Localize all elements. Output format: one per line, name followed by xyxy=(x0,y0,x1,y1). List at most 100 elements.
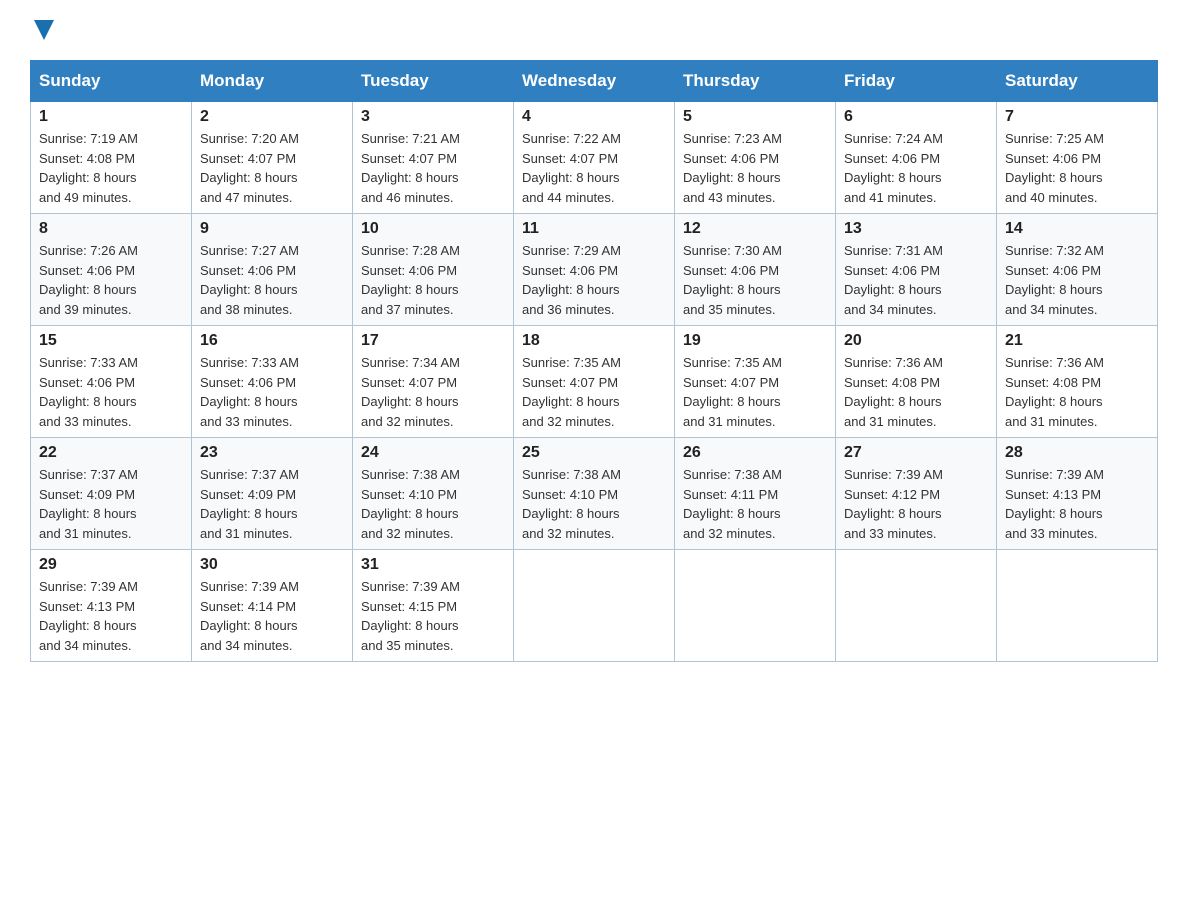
calendar-cell: 19 Sunrise: 7:35 AMSunset: 4:07 PMDayligh… xyxy=(675,326,836,438)
day-number: 27 xyxy=(844,444,988,462)
day-info: Sunrise: 7:31 AMSunset: 4:06 PMDaylight:… xyxy=(844,241,988,319)
calendar-cell: 2Sunrise: 7:20 AMSunset: 4:07 PMDaylight… xyxy=(192,102,353,214)
day-number: 9 xyxy=(200,220,344,238)
calendar-cell: 23 Sunrise: 7:37 AMSunset: 4:09 PMDayligh… xyxy=(192,438,353,550)
day-number: 30 xyxy=(200,556,344,574)
day-info: Sunrise: 7:39 AMSunset: 4:14 PMDaylight:… xyxy=(200,577,344,655)
day-info: Sunrise: 7:36 AMSunset: 4:08 PMDaylight:… xyxy=(844,353,988,431)
day-info: Sunrise: 7:37 AMSunset: 4:09 PMDaylight:… xyxy=(200,465,344,543)
calendar-cell: 12 Sunrise: 7:30 AMSunset: 4:06 PMDayligh… xyxy=(675,214,836,326)
calendar-cell: 24Sunrise: 7:38 AMSunset: 4:10 PMDayligh… xyxy=(353,438,514,550)
calendar-cell: 17 Sunrise: 7:34 AMSunset: 4:07 PMDayligh… xyxy=(353,326,514,438)
calendar-cell xyxy=(997,550,1158,662)
day-number: 4 xyxy=(522,108,666,126)
col-header-saturday: Saturday xyxy=(997,61,1158,102)
calendar-cell: 18 Sunrise: 7:35 AMSunset: 4:07 PMDayligh… xyxy=(514,326,675,438)
calendar-cell: 7 Sunrise: 7:25 AMSunset: 4:06 PMDaylight… xyxy=(997,102,1158,214)
day-info: Sunrise: 7:25 AMSunset: 4:06 PMDaylight:… xyxy=(1005,129,1149,207)
calendar-cell: 21 Sunrise: 7:36 AMSunset: 4:08 PMDayligh… xyxy=(997,326,1158,438)
calendar-cell: 22 Sunrise: 7:37 AMSunset: 4:09 PMDayligh… xyxy=(31,438,192,550)
week-row-1: 1 Sunrise: 7:19 AMSunset: 4:08 PMDaylight… xyxy=(31,102,1158,214)
day-info: Sunrise: 7:21 AMSunset: 4:07 PMDaylight:… xyxy=(361,129,505,207)
day-number: 20 xyxy=(844,332,988,350)
day-info: Sunrise: 7:19 AMSunset: 4:08 PMDaylight:… xyxy=(39,129,183,207)
day-number: 23 xyxy=(200,444,344,462)
col-header-friday: Friday xyxy=(836,61,997,102)
calendar-cell xyxy=(836,550,997,662)
day-number: 29 xyxy=(39,556,183,574)
day-number: 11 xyxy=(522,220,666,238)
day-number: 18 xyxy=(522,332,666,350)
col-header-sunday: Sunday xyxy=(31,61,192,102)
day-info: Sunrise: 7:29 AMSunset: 4:06 PMDaylight:… xyxy=(522,241,666,319)
week-row-4: 22 Sunrise: 7:37 AMSunset: 4:09 PMDayligh… xyxy=(31,438,1158,550)
calendar-cell xyxy=(675,550,836,662)
day-info: Sunrise: 7:35 AMSunset: 4:07 PMDaylight:… xyxy=(522,353,666,431)
day-info: Sunrise: 7:34 AMSunset: 4:07 PMDaylight:… xyxy=(361,353,505,431)
day-info: Sunrise: 7:23 AMSunset: 4:06 PMDaylight:… xyxy=(683,129,827,207)
day-info: Sunrise: 7:39 AMSunset: 4:13 PMDaylight:… xyxy=(39,577,183,655)
calendar-cell: 9Sunrise: 7:27 AMSunset: 4:06 PMDaylight… xyxy=(192,214,353,326)
calendar-cell: 25Sunrise: 7:38 AMSunset: 4:10 PMDayligh… xyxy=(514,438,675,550)
calendar-cell: 27 Sunrise: 7:39 AMSunset: 4:12 PMDayligh… xyxy=(836,438,997,550)
calendar-cell: 14 Sunrise: 7:32 AMSunset: 4:06 PMDayligh… xyxy=(997,214,1158,326)
day-number: 16 xyxy=(200,332,344,350)
day-number: 6 xyxy=(844,108,988,126)
day-number: 21 xyxy=(1005,332,1149,350)
week-row-3: 15 Sunrise: 7:33 AMSunset: 4:06 PMDayligh… xyxy=(31,326,1158,438)
day-number: 8 xyxy=(39,220,183,238)
day-info: Sunrise: 7:38 AMSunset: 4:10 PMDaylight:… xyxy=(522,465,666,543)
calendar-cell: 16Sunrise: 7:33 AMSunset: 4:06 PMDayligh… xyxy=(192,326,353,438)
calendar-cell xyxy=(514,550,675,662)
day-number: 1 xyxy=(39,108,183,126)
day-number: 31 xyxy=(361,556,505,574)
calendar-cell: 20 Sunrise: 7:36 AMSunset: 4:08 PMDayligh… xyxy=(836,326,997,438)
day-info: Sunrise: 7:28 AMSunset: 4:06 PMDaylight:… xyxy=(361,241,505,319)
calendar-table: SundayMondayTuesdayWednesdayThursdayFrid… xyxy=(30,60,1158,662)
page-header xyxy=(30,20,1158,40)
day-info: Sunrise: 7:26 AMSunset: 4:06 PMDaylight:… xyxy=(39,241,183,319)
day-info: Sunrise: 7:38 AMSunset: 4:11 PMDaylight:… xyxy=(683,465,827,543)
calendar-cell: 1 Sunrise: 7:19 AMSunset: 4:08 PMDaylight… xyxy=(31,102,192,214)
day-number: 3 xyxy=(361,108,505,126)
day-number: 12 xyxy=(683,220,827,238)
calendar-cell: 13Sunrise: 7:31 AMSunset: 4:06 PMDayligh… xyxy=(836,214,997,326)
day-info: Sunrise: 7:36 AMSunset: 4:08 PMDaylight:… xyxy=(1005,353,1149,431)
calendar-cell: 29 Sunrise: 7:39 AMSunset: 4:13 PMDayligh… xyxy=(31,550,192,662)
week-row-5: 29 Sunrise: 7:39 AMSunset: 4:13 PMDayligh… xyxy=(31,550,1158,662)
day-info: Sunrise: 7:39 AMSunset: 4:15 PMDaylight:… xyxy=(361,577,505,655)
day-number: 19 xyxy=(683,332,827,350)
day-number: 26 xyxy=(683,444,827,462)
day-info: Sunrise: 7:38 AMSunset: 4:10 PMDaylight:… xyxy=(361,465,505,543)
logo-triangle-icon xyxy=(34,20,54,40)
calendar-cell: 15 Sunrise: 7:33 AMSunset: 4:06 PMDayligh… xyxy=(31,326,192,438)
calendar-cell: 5 Sunrise: 7:23 AMSunset: 4:06 PMDaylight… xyxy=(675,102,836,214)
day-number: 7 xyxy=(1005,108,1149,126)
day-number: 15 xyxy=(39,332,183,350)
col-header-monday: Monday xyxy=(192,61,353,102)
logo xyxy=(30,20,54,40)
day-info: Sunrise: 7:37 AMSunset: 4:09 PMDaylight:… xyxy=(39,465,183,543)
day-number: 28 xyxy=(1005,444,1149,462)
calendar-header-row: SundayMondayTuesdayWednesdayThursdayFrid… xyxy=(31,61,1158,102)
day-info: Sunrise: 7:39 AMSunset: 4:12 PMDaylight:… xyxy=(844,465,988,543)
day-number: 5 xyxy=(683,108,827,126)
calendar-cell: 10 Sunrise: 7:28 AMSunset: 4:06 PMDayligh… xyxy=(353,214,514,326)
week-row-2: 8 Sunrise: 7:26 AMSunset: 4:06 PMDaylight… xyxy=(31,214,1158,326)
col-header-wednesday: Wednesday xyxy=(514,61,675,102)
calendar-cell: 3 Sunrise: 7:21 AMSunset: 4:07 PMDaylight… xyxy=(353,102,514,214)
calendar-cell: 11 Sunrise: 7:29 AMSunset: 4:06 PMDayligh… xyxy=(514,214,675,326)
day-number: 14 xyxy=(1005,220,1149,238)
day-number: 10 xyxy=(361,220,505,238)
calendar-cell: 30 Sunrise: 7:39 AMSunset: 4:14 PMDayligh… xyxy=(192,550,353,662)
calendar-cell: 28Sunrise: 7:39 AMSunset: 4:13 PMDayligh… xyxy=(997,438,1158,550)
day-info: Sunrise: 7:30 AMSunset: 4:06 PMDaylight:… xyxy=(683,241,827,319)
day-info: Sunrise: 7:33 AMSunset: 4:06 PMDaylight:… xyxy=(39,353,183,431)
day-number: 22 xyxy=(39,444,183,462)
calendar-cell: 6Sunrise: 7:24 AMSunset: 4:06 PMDaylight… xyxy=(836,102,997,214)
day-number: 17 xyxy=(361,332,505,350)
day-info: Sunrise: 7:35 AMSunset: 4:07 PMDaylight:… xyxy=(683,353,827,431)
calendar-cell: 31 Sunrise: 7:39 AMSunset: 4:15 PMDayligh… xyxy=(353,550,514,662)
calendar-cell: 26 Sunrise: 7:38 AMSunset: 4:11 PMDayligh… xyxy=(675,438,836,550)
day-info: Sunrise: 7:32 AMSunset: 4:06 PMDaylight:… xyxy=(1005,241,1149,319)
